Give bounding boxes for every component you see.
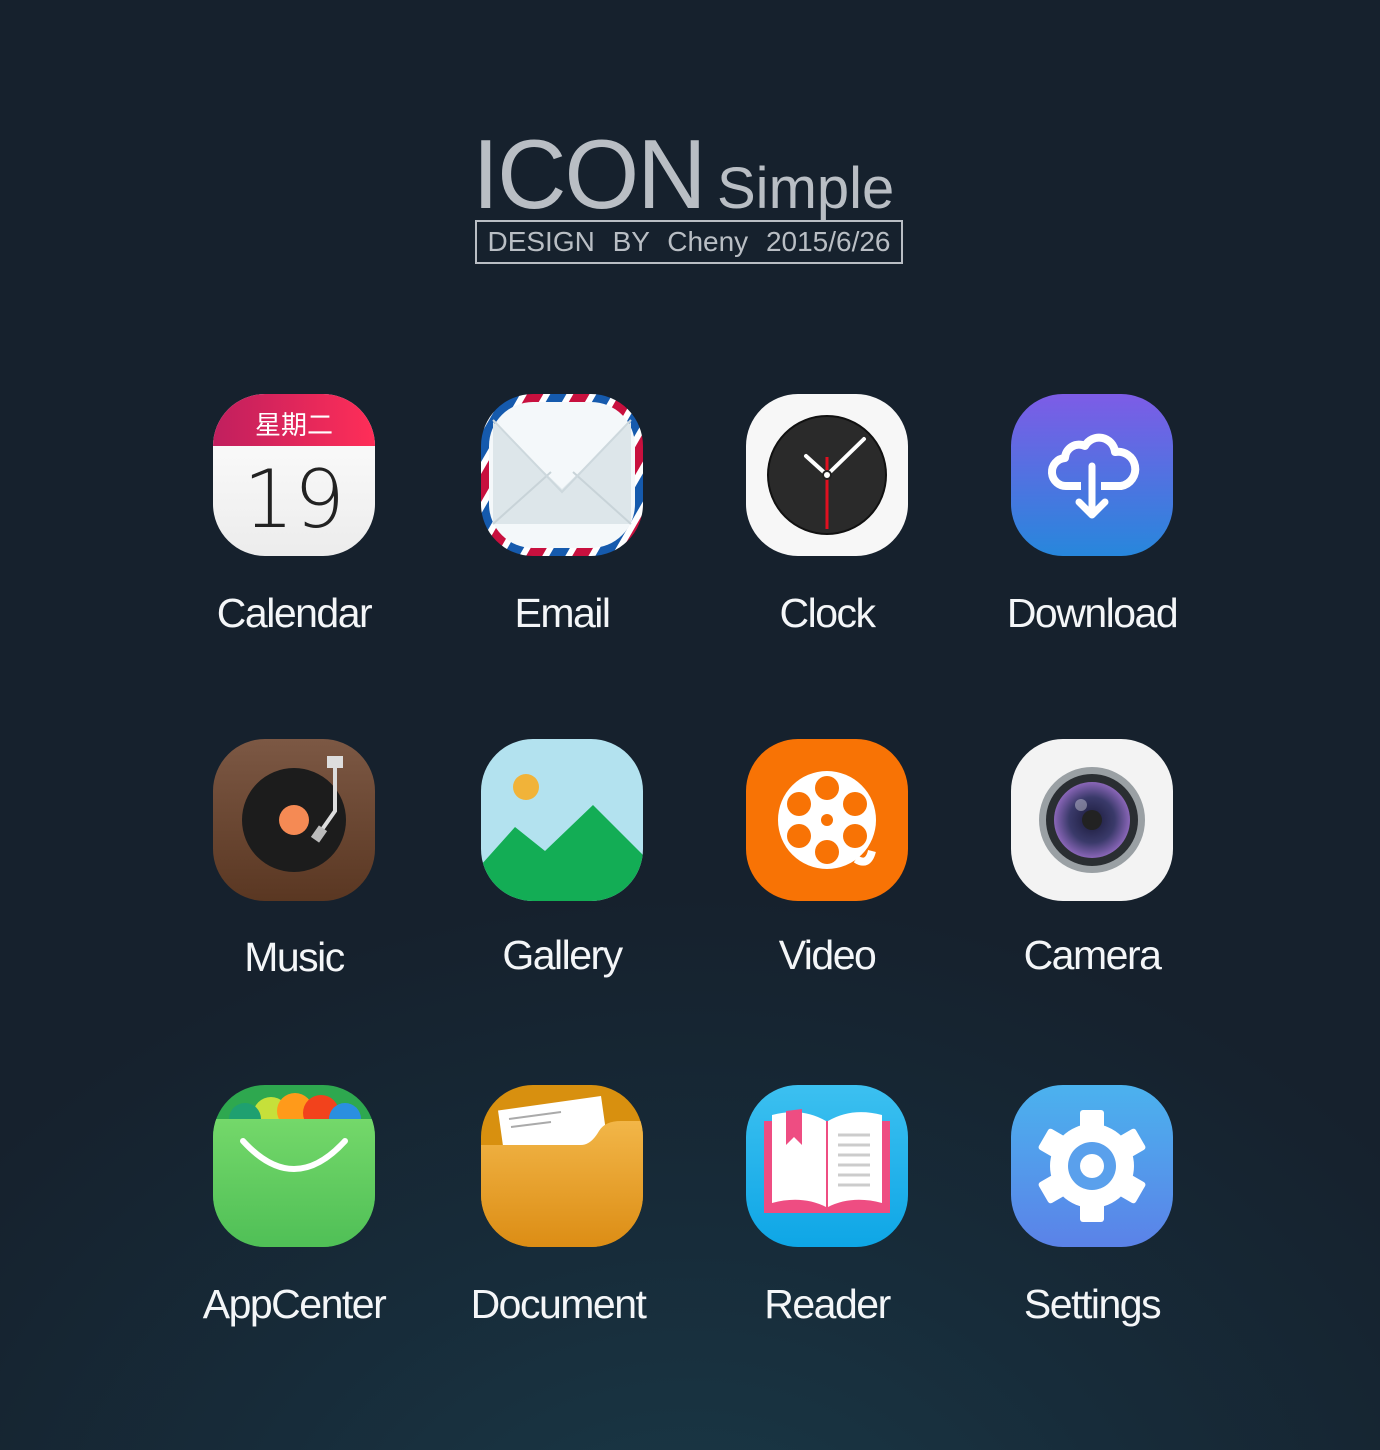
page-title: ICON Simple bbox=[470, 118, 894, 231]
reader-label: Reader bbox=[764, 1281, 891, 1327]
video-label: Video bbox=[778, 932, 877, 978]
calendar-weekday: 星期二 bbox=[255, 411, 333, 441]
gallery-label: Gallery bbox=[502, 932, 623, 978]
title-main: ICON bbox=[472, 119, 706, 229]
settings-label: Settings bbox=[1023, 1281, 1162, 1327]
calendar-icon[interactable]: 星期二 19 bbox=[213, 394, 375, 556]
open-book-icon[interactable] bbox=[746, 1085, 908, 1247]
gear-icon[interactable] bbox=[1011, 1085, 1173, 1247]
download-label: Download bbox=[1006, 590, 1179, 636]
email-label: Email bbox=[514, 590, 611, 636]
music-label: Music bbox=[244, 934, 345, 980]
calendar-label: Calendar bbox=[216, 590, 373, 636]
title-sub: Simple bbox=[717, 156, 895, 221]
clock-label: Clock bbox=[779, 590, 876, 636]
clock-icon[interactable] bbox=[746, 394, 908, 556]
envelope-icon[interactable] bbox=[481, 394, 643, 556]
film-reel-icon[interactable] bbox=[746, 739, 908, 901]
appcenter-label: AppCenter bbox=[202, 1281, 387, 1327]
turntable-icon[interactable] bbox=[213, 739, 375, 901]
folder-icon[interactable] bbox=[481, 1085, 643, 1247]
cloud-download-icon[interactable] bbox=[1011, 394, 1173, 556]
calendar-day: 19 bbox=[243, 453, 345, 546]
camera-lens-icon[interactable] bbox=[1011, 739, 1173, 901]
camera-label: Camera bbox=[1023, 932, 1162, 978]
shopping-bag-icon[interactable] bbox=[213, 1085, 375, 1247]
landscape-icon[interactable] bbox=[481, 739, 643, 901]
design-credit: DESIGN BY Cheny 2015/6/26 bbox=[475, 220, 903, 264]
document-label: Document bbox=[470, 1281, 647, 1327]
